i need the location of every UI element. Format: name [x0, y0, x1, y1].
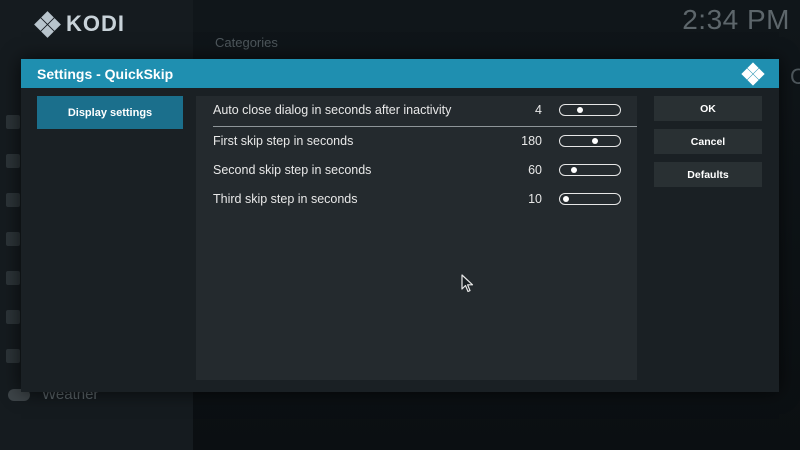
clock: 2:34 PM	[682, 4, 790, 35]
setting-first-skip[interactable]: First skip step in seconds 180	[196, 128, 637, 154]
settings-dialog: Settings - QuickSkip Display settings Au…	[21, 59, 779, 392]
movies-icon	[6, 115, 20, 129]
setting-label: First skip step in seconds	[213, 134, 354, 148]
setting-value: 180	[521, 134, 542, 148]
slider-knob[interactable]	[576, 107, 583, 113]
category-display-settings[interactable]: Display settings	[37, 96, 183, 129]
dialog-buttons: OK Cancel Defaults	[654, 96, 762, 195]
kodi-logo: KODI	[34, 10, 125, 38]
cancel-button[interactable]: Cancel	[654, 129, 762, 154]
kodi-logo-icon	[34, 11, 61, 38]
setting-slider[interactable]	[559, 104, 621, 116]
kodi-logo-icon	[741, 61, 765, 86]
categories-label: Categories	[215, 35, 278, 50]
dialog-title: Settings - QuickSkip	[37, 65, 174, 82]
setting-second-skip[interactable]: Second skip step in seconds 60	[196, 157, 637, 183]
defaults-button[interactable]: Defaults	[654, 162, 762, 187]
mouse-pointer-icon	[461, 274, 474, 293]
setting-label: Second skip step in seconds	[213, 163, 372, 177]
row-divider	[213, 126, 637, 127]
setting-slider[interactable]	[559, 164, 621, 176]
slider-knob[interactable]	[570, 167, 577, 173]
settings-list: Auto close dialog in seconds after inact…	[196, 96, 637, 380]
setting-auto-close[interactable]: Auto close dialog in seconds after inact…	[196, 97, 637, 123]
setting-third-skip[interactable]: Third skip step in seconds 10	[196, 186, 637, 212]
music-icon	[6, 193, 20, 207]
pictures-icon	[6, 271, 20, 285]
ok-button[interactable]: OK	[654, 96, 762, 121]
setting-value: 60	[528, 163, 542, 177]
slider-knob[interactable]	[563, 196, 570, 202]
tv-icon	[6, 154, 20, 168]
dialog-header: Settings - QuickSkip	[21, 59, 779, 88]
kodi-screen: KODI 2:34 PM Categories C Weather Settin…	[0, 0, 800, 450]
setting-slider[interactable]	[559, 193, 621, 205]
videos-icon	[6, 310, 20, 324]
app-name: KODI	[66, 11, 125, 36]
setting-value: 4	[535, 103, 542, 117]
category-list: Display settings	[37, 96, 183, 129]
favourites-icon	[6, 349, 20, 363]
slider-knob[interactable]	[592, 138, 599, 144]
right-peek-text: C	[790, 64, 800, 89]
setting-label: Auto close dialog in seconds after inact…	[213, 103, 452, 117]
setting-slider[interactable]	[559, 135, 621, 147]
setting-value: 10	[528, 192, 542, 206]
addons-icon	[6, 232, 20, 246]
setting-label: Third skip step in seconds	[213, 192, 358, 206]
